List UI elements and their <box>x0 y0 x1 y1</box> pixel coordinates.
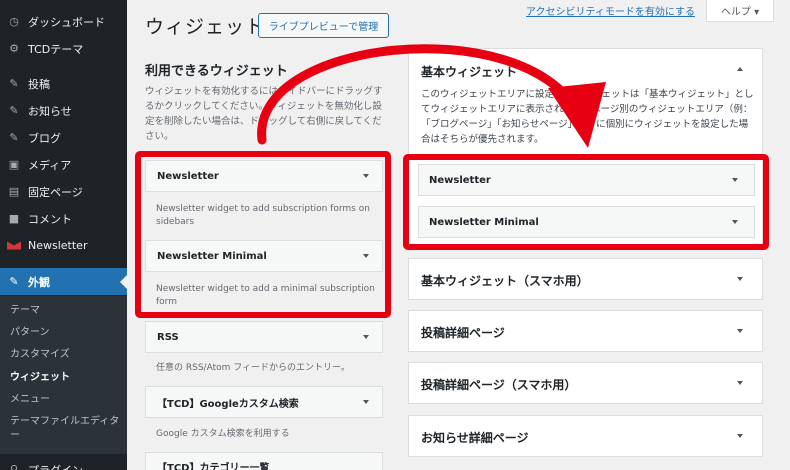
arrow-head <box>548 82 606 148</box>
arrow-curve <box>257 44 583 145</box>
drag-arrow-annotation <box>257 44 606 148</box>
